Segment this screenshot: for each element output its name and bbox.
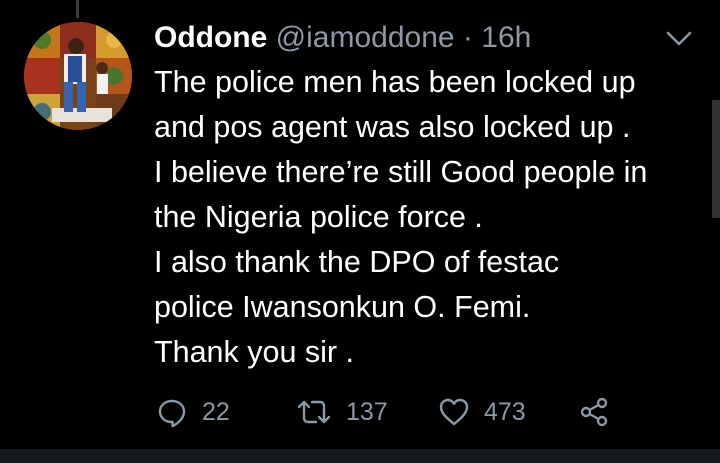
tweet-text-line: The police men has been locked up: [154, 65, 636, 99]
separator-dot: ·: [462, 21, 473, 54]
tweet-actions: 22 137 473: [156, 392, 636, 432]
tweet-text-line: and pos agent was also locked up .: [154, 110, 631, 144]
tweet-timestamp[interactable]: 16h: [481, 21, 531, 54]
author-handle[interactable]: @iamoddone: [276, 21, 455, 54]
tweet-text-line: police Iwansonkun O. Femi.: [154, 290, 531, 324]
like-icon: [439, 398, 469, 426]
reply-icon: [158, 399, 186, 428]
retweet-icon: [297, 400, 331, 424]
tweet-header: Oddone @iamoddone · 16h: [154, 18, 650, 58]
scrollbar[interactable]: [712, 100, 720, 218]
thread-connector-line: [76, 0, 79, 18]
chevron-down-icon[interactable]: [664, 26, 694, 50]
share-icon: [580, 397, 608, 427]
tweet-text-line: I also thank the DPO of festac: [154, 245, 560, 279]
like-button[interactable]: 473: [438, 392, 526, 432]
retweet-count: 137: [346, 397, 388, 426]
reply-count: 22: [202, 397, 230, 426]
retweet-button[interactable]: 137: [296, 392, 388, 432]
author-name[interactable]: Oddone: [154, 21, 267, 54]
tweet-text-line: Thank you sir .: [154, 335, 355, 369]
like-count: 473: [484, 397, 526, 426]
tweet-text-line: I believe there’re still Good people in: [154, 155, 648, 189]
share-button[interactable]: [578, 392, 610, 432]
avatar-image: [24, 22, 132, 130]
tweet-text: The police men has been locked up and po…: [154, 60, 710, 375]
tweet-text-line: the Nigeria police force .: [154, 200, 483, 234]
bottom-divider: [0, 449, 720, 463]
avatar[interactable]: [24, 22, 132, 130]
reply-button[interactable]: 22: [156, 392, 230, 432]
